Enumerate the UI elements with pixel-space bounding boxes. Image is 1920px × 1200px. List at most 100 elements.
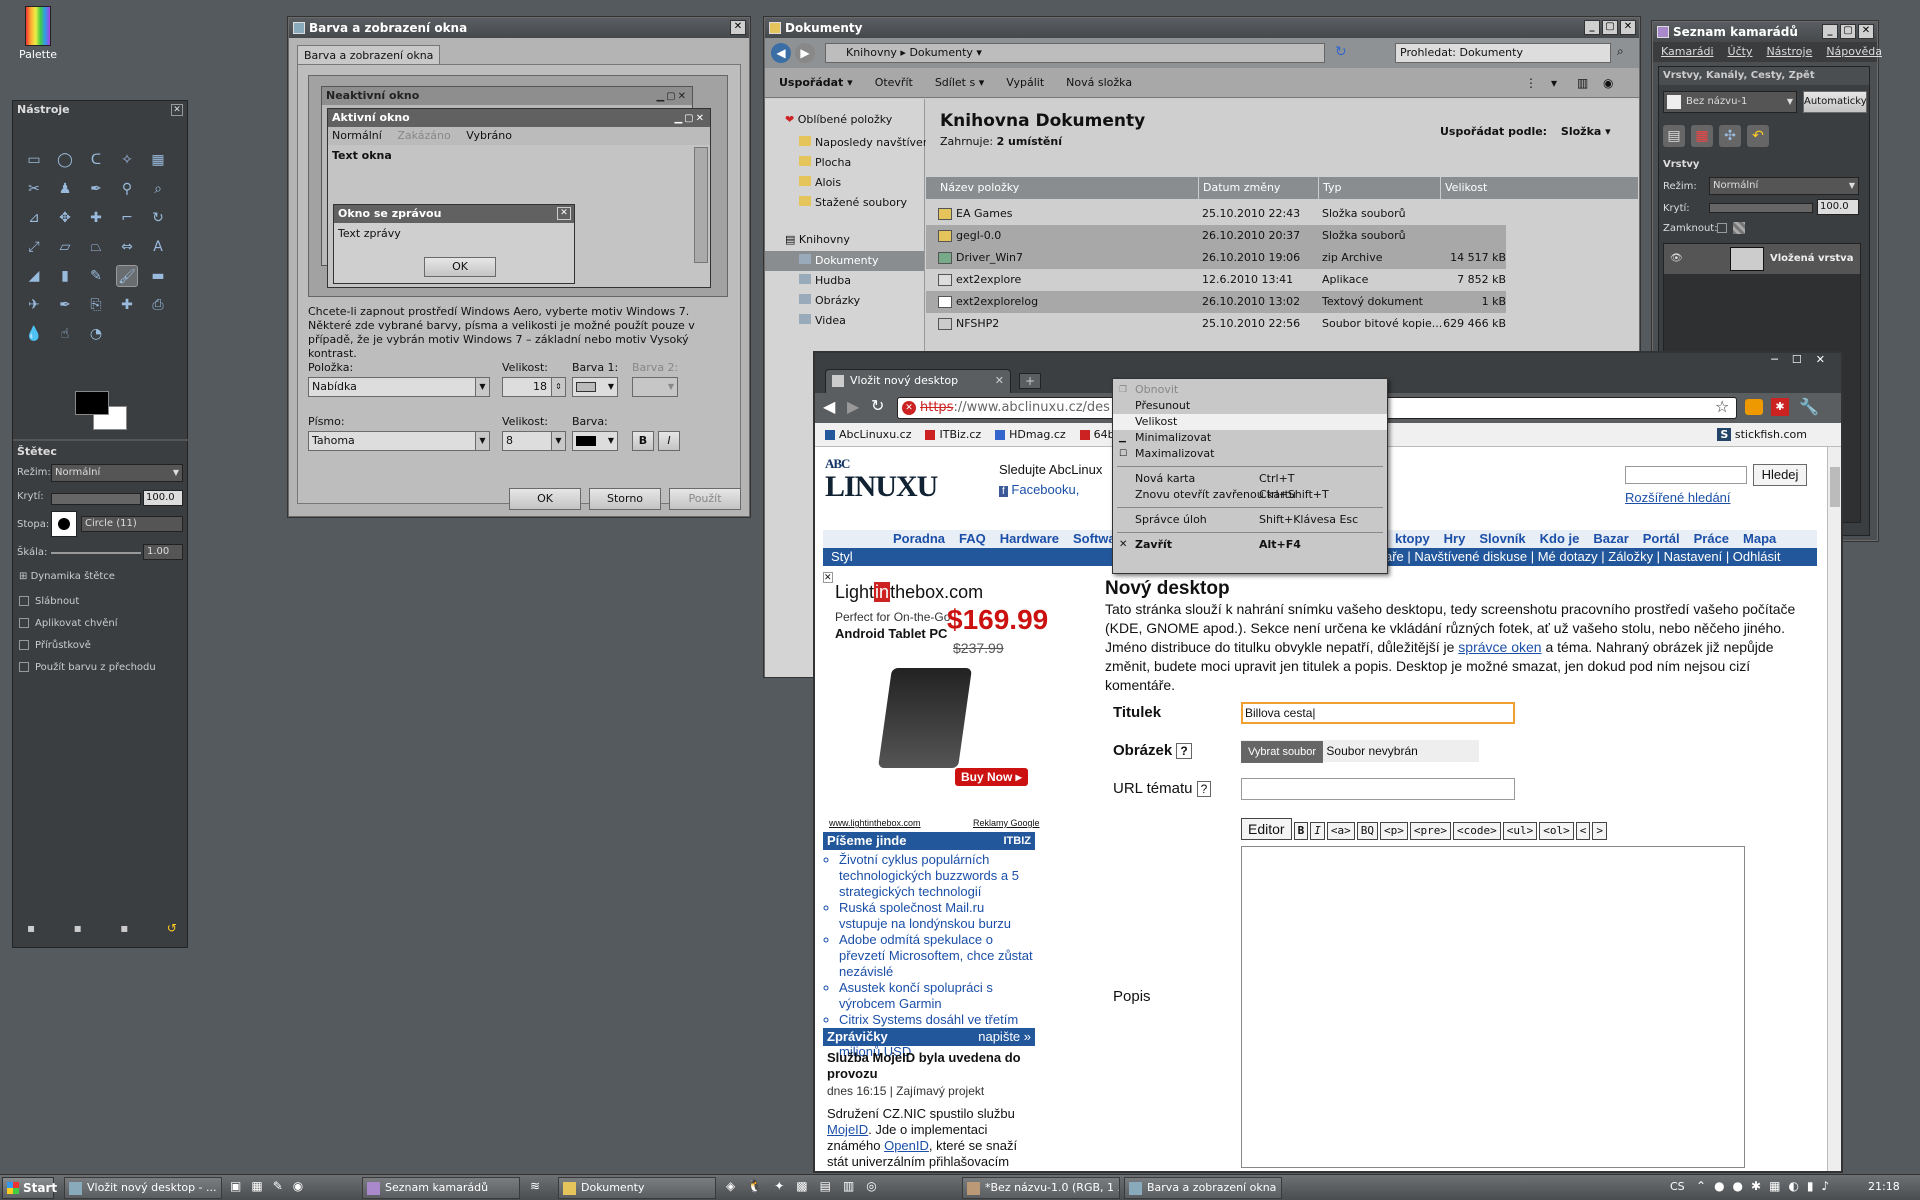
option-checkbox[interactable]: Aplikovat chvění: [19, 617, 156, 639]
writes-item[interactable]: Adobe odmítá spekulace o převzetí Micros…: [839, 932, 1035, 980]
task-gimp[interactable]: *Bez názvu-1.0 (RGB, 1 ...: [962, 1177, 1120, 1199]
site-nav-item[interactable]: Kdo je: [1540, 531, 1580, 546]
refresh-icon[interactable]: ↻: [1335, 44, 1347, 60]
flip-icon[interactable]: ⇔: [116, 236, 138, 258]
ok-button[interactable]: OK: [509, 488, 581, 510]
view-options-icon[interactable]: ⋮: [1525, 68, 1537, 98]
volume-icon[interactable]: ♪: [1822, 1179, 1830, 1193]
bookmark-item[interactable]: ITBiz.cz: [925, 428, 981, 441]
includes-value[interactable]: 2 umístění: [997, 135, 1062, 148]
site-nav-item[interactable]: Práce: [1694, 531, 1729, 546]
crop-icon[interactable]: ⌐: [116, 207, 138, 229]
format-button[interactable]: <ul>: [1502, 822, 1538, 840]
wrench-icon[interactable]: 🔧: [1799, 397, 1819, 416]
blur-icon[interactable]: 💧: [23, 323, 45, 345]
tray-expand-icon[interactable]: ⌃: [1696, 1179, 1706, 1193]
option-checkbox[interactable]: Použít barvu z přechodu: [19, 661, 156, 683]
format-button[interactable]: <code>: [1452, 822, 1501, 840]
layers-tab-icon[interactable]: ▤: [1663, 125, 1685, 147]
opacity-slider[interactable]: [51, 493, 141, 505]
fg-color[interactable]: [75, 391, 109, 415]
help-icon[interactable]: ◉: [1603, 68, 1613, 98]
favorite-item[interactable]: Plocha: [799, 153, 937, 173]
format-button[interactable]: BQ: [1356, 822, 1378, 840]
site-nav-item[interactable]: Hry: [1444, 531, 1466, 546]
toolbar-new-folder-button[interactable]: Nová složka: [1066, 76, 1132, 89]
ad-close-icon[interactable]: ✕: [823, 572, 833, 583]
abp-icon[interactable]: ✱: [1771, 398, 1789, 416]
ink-icon[interactable]: ✒: [54, 294, 76, 316]
app-icon[interactable]: ▩: [796, 1179, 807, 1193]
site-nav-item[interactable]: FAQ: [959, 531, 986, 546]
context-menu-item[interactable]: Nová karta Ctrl+T: [1113, 471, 1387, 487]
appearance-titlebar[interactable]: Barva a zobrazení okna ✕: [289, 18, 749, 38]
shear-icon[interactable]: ▱: [54, 236, 76, 258]
close-icon[interactable]: ✕: [1858, 24, 1874, 39]
site-nav-item[interactable]: Poradna: [893, 531, 945, 546]
paths-icon[interactable]: ✒: [85, 178, 107, 200]
app-icon[interactable]: ◎: [866, 1179, 876, 1193]
toolbar-open-button[interactable]: Otevřít: [875, 76, 913, 89]
wm-link[interactable]: správce oken: [1458, 639, 1541, 655]
zoom-icon[interactable]: ⌕: [147, 178, 169, 200]
layer-row[interactable]: 👁 Vložená vrstva: [1664, 244, 1860, 274]
file-row[interactable]: gegl-0.0 26.10.2010 20:37 Složka souborů: [926, 225, 1506, 247]
favorites-header[interactable]: ❤ Oblíbené položky: [785, 113, 892, 126]
tray-icon[interactable]: ✱: [1751, 1179, 1761, 1193]
scissors-icon[interactable]: ✂: [23, 178, 45, 200]
perspective-clone-icon[interactable]: ⎙: [147, 294, 169, 316]
bold-toggle[interactable]: B: [632, 431, 654, 451]
lock-alpha-icon[interactable]: [1733, 222, 1745, 234]
color-select-icon[interactable]: ▦: [147, 149, 169, 171]
arrange-by[interactable]: Uspořádat podle: Složka ▾: [1440, 125, 1611, 138]
file-row[interactable]: Driver_Win7 26.10.2010 19:06 zip Archive 14…: [926, 247, 1506, 269]
column-header[interactable]: Název položky: [936, 177, 1198, 199]
gimp-icon[interactable]: ✦: [774, 1179, 784, 1193]
layer-name[interactable]: Vložená vrstva: [1770, 244, 1853, 274]
ad-buy-button[interactable]: Buy Now ▸: [955, 768, 1028, 786]
layers-dock-title[interactable]: Vrstvy, Kanály, Cesty, Zpět: [1659, 67, 1869, 85]
restore-options-icon[interactable]: ▪: [74, 921, 82, 935]
browser-tab[interactable]: Vložit nový desktop ✕: [825, 369, 1011, 393]
writes-item[interactable]: Ruská společnost Mail.ru vstupuje na lon…: [839, 900, 1035, 932]
site-search-input[interactable]: [1625, 466, 1747, 484]
reload-icon[interactable]: ↻: [871, 396, 884, 415]
app-icon[interactable]: ✎: [273, 1179, 283, 1193]
app-icon[interactable]: ▣: [230, 1179, 241, 1193]
palette-desktop-icon[interactable]: Palette: [18, 6, 58, 61]
facebook-link[interactable]: f Facebooku,: [999, 482, 1079, 497]
forward-icon[interactable]: ▶: [847, 397, 859, 416]
advanced-search-link[interactable]: Rozšířené hledání: [1625, 490, 1731, 505]
bookmark-item[interactable]: HDmag.cz: [995, 428, 1066, 441]
context-menu-item[interactable]: Přesunout: [1113, 398, 1387, 414]
chevron-down-icon[interactable]: ▾: [1551, 68, 1557, 98]
color1-picker[interactable]: ▼: [572, 377, 618, 397]
column-header[interactable]: Velikost: [1440, 177, 1566, 199]
file-row[interactable]: NFSHP2 25.10.2010 22:56 Soubor bitové kopi…: [926, 313, 1506, 335]
paintbrush-icon[interactable]: 🖌: [116, 265, 138, 287]
ellipse-select-icon[interactable]: ◯: [54, 149, 76, 171]
layer-opacity-value[interactable]: 100.0: [1817, 199, 1859, 215]
breadcrumb[interactable]: Knihovny ▸ Dokumenty ▾: [825, 43, 1325, 63]
favorite-item[interactable]: Stažené soubory: [799, 193, 937, 213]
site-nav-item[interactable]: Portál: [1643, 531, 1680, 546]
app-icon[interactable]: ▤: [820, 1179, 831, 1193]
bookmark-star-icon[interactable]: ☆: [1715, 397, 1729, 416]
close-icon[interactable]: ✕: [1810, 353, 1831, 366]
breadcrumb-libraries[interactable]: Knihovny: [846, 46, 897, 59]
task-friends[interactable]: Seznam kamarádů: [362, 1177, 520, 1199]
mode-select[interactable]: Normální ▼: [51, 464, 183, 482]
tray-icon[interactable]: ◐: [1788, 1179, 1798, 1193]
undo-tab-icon[interactable]: ↶: [1747, 125, 1769, 147]
task-explorer[interactable]: Dokumenty: [558, 1177, 716, 1199]
context-menu-item[interactable]: ✕ Zavřít Alt+F4: [1113, 537, 1387, 553]
format-button[interactable]: B: [1293, 822, 1309, 840]
style-link[interactable]: Styl: [831, 549, 853, 564]
library-item[interactable]: Dokumenty: [765, 251, 924, 271]
friends-menu-item[interactable]: Nástroje: [1766, 45, 1812, 58]
context-menu-item[interactable]: Velikost: [1113, 414, 1387, 430]
choose-file-button[interactable]: Vybrat soubor: [1241, 741, 1324, 763]
context-menu-item[interactable]: Znovu otevřít zavřenou kartu Ctrl+Shift+T: [1113, 487, 1387, 503]
brush-preview[interactable]: [51, 511, 77, 537]
image-select[interactable]: Bez názvu-1 ▼: [1663, 91, 1797, 113]
